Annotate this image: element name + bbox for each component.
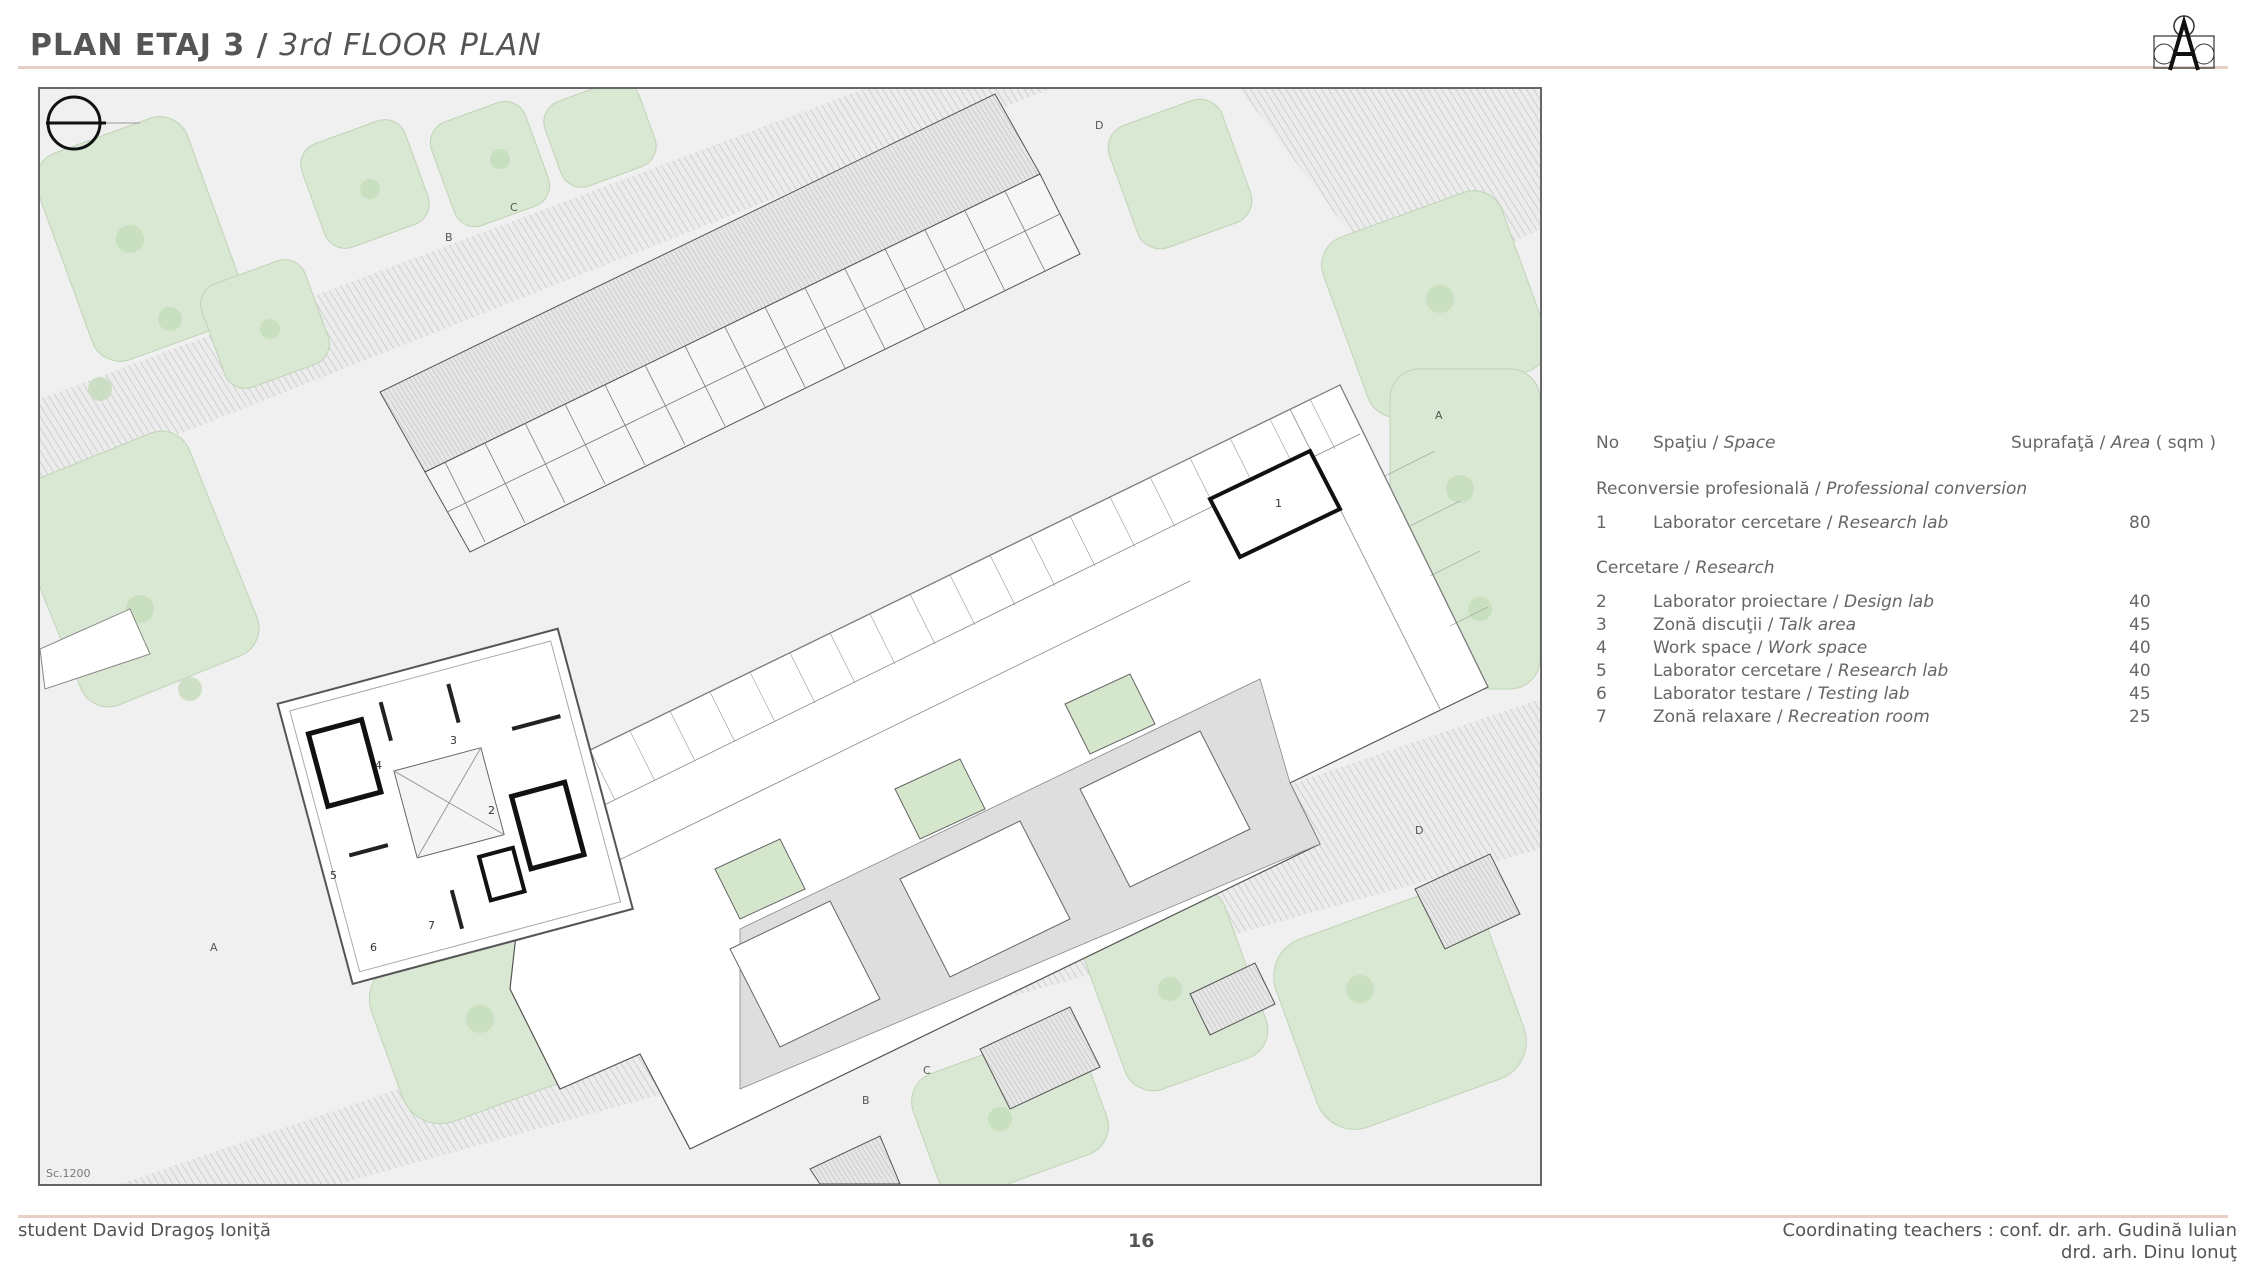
room-number-3: 3 [450,734,457,747]
column-space: Spaţiu / Space [1653,433,1776,453]
section-mark: C [923,1064,931,1077]
room-legend: No Spaţiu / Space Suprafaţă / Area ( sqm… [1596,433,2216,730]
room-number-2: 2 [488,804,495,817]
section-mark: D [1095,119,1103,132]
legend-row: 5 Laborator cercetare / Research lab 40 [1596,661,2151,681]
column-no: No [1596,433,1620,453]
section-mark: D [1415,824,1423,837]
section-mark: B [862,1094,870,1107]
title-romanian: PLAN ETAJ 3 / [30,28,269,63]
scale-label: Sc.1200 [46,1167,91,1180]
room-number-4: 4 [375,759,382,772]
student-name: student David Dragoş Ioniţă [18,1220,271,1241]
room-number-1: 1 [1275,497,1282,510]
legend-row: 7 Zonă relaxare / Recreation room 25 [1596,707,2151,727]
page-number: 16 [1128,1230,1155,1252]
legend-row: 4 Work space / Work space 40 [1596,638,2151,658]
legend-row: 3 Zonă discuţii / Talk area 45 [1596,615,2151,635]
legend-row: 1 Laborator cercetare / Research lab 80 [1596,513,2151,533]
legend-header: No Spaţiu / Space Suprafaţă / Area ( sqm… [1596,433,2216,467]
coordinating-teachers: Coordinating teachers : conf. dr. arh. G… [1782,1220,2237,1263]
site-plan-svg: 1 2 3 4 5 6 7 A A B B C C D D [40,89,1540,1184]
title-english: 3rd FLOOR PLAN [279,28,542,63]
group-title: Cercetare / Research [1596,558,1775,578]
header-divider [18,66,2228,69]
section-mark: C [510,201,518,214]
room-number-7: 7 [428,919,435,932]
column-area: Suprafaţă / Area ( sqm ) [2011,433,2216,453]
vitruvian-logo-icon [2153,14,2215,71]
section-mark: B [445,231,453,244]
room-number-6: 6 [370,941,377,954]
section-mark: A [1435,409,1443,422]
group-title: Reconversie profesională / Professional … [1596,479,2028,499]
legend-row: 6 Laborator testare / Testing lab 45 [1596,684,2151,704]
legend-row: 2 Laborator proiectare / Design lab 40 [1596,592,2151,612]
room-number-5: 5 [330,869,337,882]
floor-plan-drawing: 1 2 3 4 5 6 7 A A B B C C D D Sc.1200 [38,87,1542,1186]
footer-divider [18,1215,2228,1218]
section-mark: A [210,941,218,954]
page-title: PLAN ETAJ 3 / 3rd FLOOR PLAN [30,28,542,63]
